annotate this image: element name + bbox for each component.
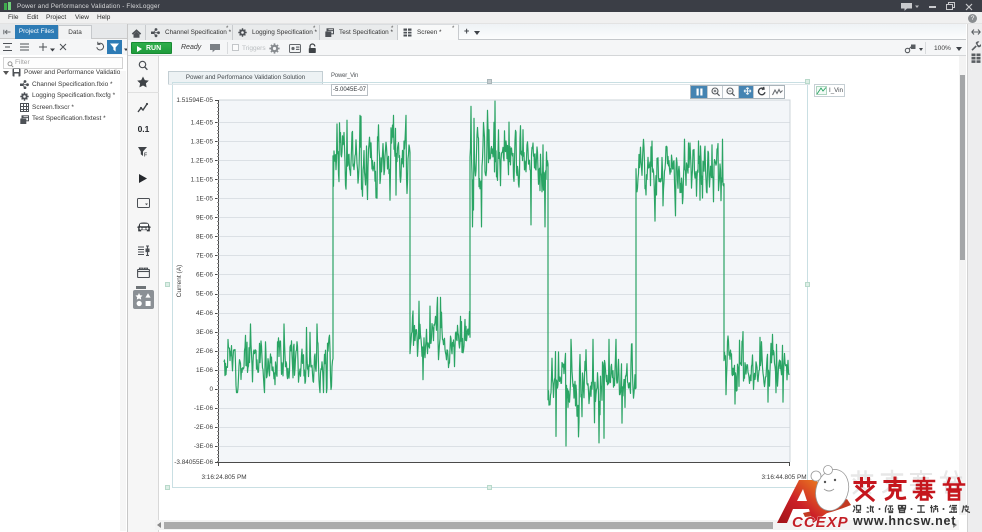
svg-text:5E-06: 5E-06 [196, 291, 213, 298]
svg-text:3:16:44.805 PM: 3:16:44.805 PM [761, 474, 806, 481]
svg-text:7E-06: 7E-06 [196, 253, 213, 260]
svg-text:1E-06: 1E-06 [196, 367, 213, 374]
svg-text:3E-06: 3E-06 [196, 329, 213, 336]
svg-text:1.1E-05: 1.1E-05 [191, 176, 214, 183]
svg-text:1.2E-05: 1.2E-05 [191, 157, 214, 164]
svg-text:0: 0 [209, 386, 213, 393]
svg-text:2E-06: 2E-06 [196, 348, 213, 355]
svg-text:3:16:24.805 PM: 3:16:24.805 PM [201, 474, 246, 481]
svg-text:Current (A): Current (A) [176, 265, 183, 298]
svg-text:1.51594E-05: 1.51594E-05 [176, 97, 213, 104]
svg-text:-1E-06: -1E-06 [194, 405, 214, 412]
svg-text:1.3E-05: 1.3E-05 [191, 138, 214, 145]
svg-text:8E-06: 8E-06 [196, 234, 213, 241]
svg-text:6E-06: 6E-06 [196, 272, 213, 279]
svg-text:1E-05: 1E-05 [196, 196, 213, 203]
svg-text:-3E-06: -3E-06 [194, 443, 214, 450]
svg-text:4E-06: 4E-06 [196, 310, 213, 317]
svg-text:-3.84055E-06: -3.84055E-06 [174, 459, 213, 466]
svg-text:-2E-06: -2E-06 [194, 424, 214, 431]
svg-text:9E-06: 9E-06 [196, 215, 213, 222]
svg-text:1.4E-05: 1.4E-05 [191, 119, 214, 126]
